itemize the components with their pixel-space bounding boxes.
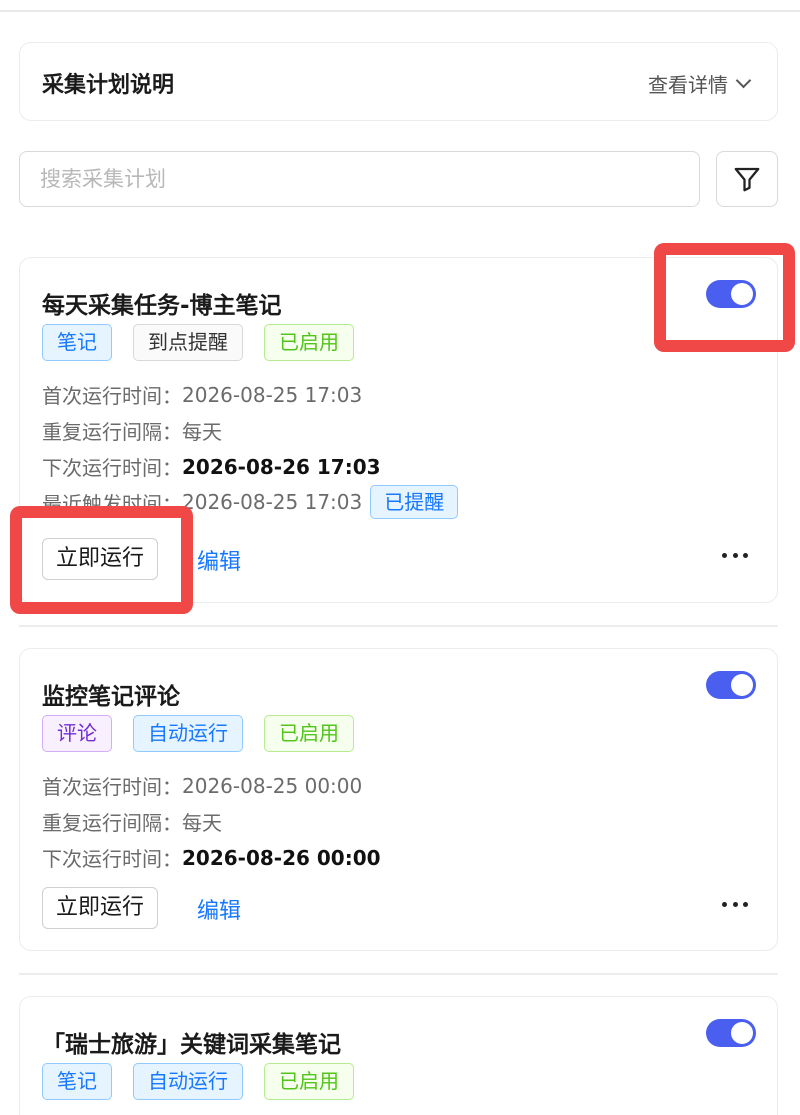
filter-button[interactable]: [716, 151, 778, 207]
card-divider: [19, 973, 778, 975]
tag-type: 笔记: [42, 1063, 112, 1100]
tag-status: 已启用: [264, 324, 354, 361]
first-run-label: 首次运行时间：: [42, 384, 182, 408]
first-run-row: 首次运行时间： 2026-08-25 17:03: [42, 380, 362, 409]
first-run-value: 2026-08-25 00:00: [182, 773, 363, 798]
plan-enable-toggle[interactable]: [706, 671, 756, 699]
top-divider: [0, 10, 800, 12]
edit-link[interactable]: 编辑: [197, 544, 241, 576]
plan-title: 每天采集任务-博主笔记: [42, 293, 282, 319]
tag-type: 评论: [42, 715, 112, 752]
view-details-label: 查看详情: [648, 73, 728, 97]
next-run-row: 下次运行时间： 2026-08-26 00:00: [42, 843, 381, 872]
view-details-toggle[interactable]: 查看详情: [648, 69, 752, 98]
next-run-label: 下次运行时间：: [42, 456, 182, 480]
toggle-knob: [731, 1022, 753, 1044]
repeat-interval-value: 每天: [182, 811, 222, 835]
repeat-interval-row: 重复运行间隔： 每天: [42, 807, 222, 836]
next-run-row: 下次运行时间： 2026-08-26 17:03: [42, 452, 381, 481]
plan-card: 监控笔记评论 评论 自动运行 已启用 首次运行时间： 2026-08-25 00…: [19, 648, 778, 951]
more-dots-icon[interactable]: [722, 902, 748, 908]
plan-info-title: 采集计划说明: [42, 73, 175, 98]
tag-mode: 自动运行: [133, 1063, 243, 1100]
highlight-box-toggle: [654, 243, 795, 352]
first-run-label: 首次运行时间：: [42, 775, 182, 799]
repeat-interval-label: 重复运行间隔：: [42, 811, 182, 835]
first-run-value: 2026-08-25 17:03: [182, 382, 363, 407]
toggle-knob: [731, 674, 753, 696]
more-dots-icon[interactable]: [722, 553, 748, 559]
plan-enable-toggle[interactable]: [706, 1019, 756, 1047]
run-now-button[interactable]: 立即运行: [42, 887, 159, 929]
plan-title: 「瑞士旅游」关键词采集笔记: [42, 1032, 341, 1058]
plan-title: 监控笔记评论: [42, 684, 180, 710]
next-run-value: 2026-08-26 17:03: [182, 454, 381, 479]
repeat-interval-label: 重复运行间隔：: [42, 420, 182, 444]
repeat-interval-row: 重复运行间隔： 每天: [42, 416, 222, 445]
tag-type: 笔记: [42, 324, 112, 361]
tag-status: 已启用: [264, 715, 354, 752]
next-run-label: 下次运行时间：: [42, 847, 182, 871]
plan-tags: 笔记 到点提醒 已启用: [42, 324, 354, 361]
last-trigger-value: 2026-08-25 17:03: [182, 490, 363, 514]
next-run-value: 2026-08-26 00:00: [182, 845, 381, 870]
tag-mode: 自动运行: [133, 715, 243, 752]
plan-card: 「瑞士旅游」关键词采集笔记 笔记 自动运行 已启用: [19, 996, 778, 1115]
plan-info-card[interactable]: 采集计划说明 查看详情: [19, 42, 778, 121]
repeat-interval-value: 每天: [182, 420, 222, 444]
chevron-down-icon: [735, 72, 752, 89]
filter-icon: [734, 167, 760, 192]
tag-mode: 到点提醒: [133, 324, 243, 361]
search-input[interactable]: [19, 151, 700, 207]
plan-tags: 评论 自动运行 已启用: [42, 715, 354, 752]
plan-tags: 笔记 自动运行 已启用: [42, 1063, 354, 1100]
reminded-badge: 已提醒: [370, 485, 459, 519]
first-run-row: 首次运行时间： 2026-08-25 00:00: [42, 771, 362, 800]
edit-link[interactable]: 编辑: [197, 893, 241, 925]
highlight-box-run-button: [10, 506, 193, 614]
card-divider: [19, 625, 778, 627]
tag-status: 已启用: [264, 1063, 354, 1100]
